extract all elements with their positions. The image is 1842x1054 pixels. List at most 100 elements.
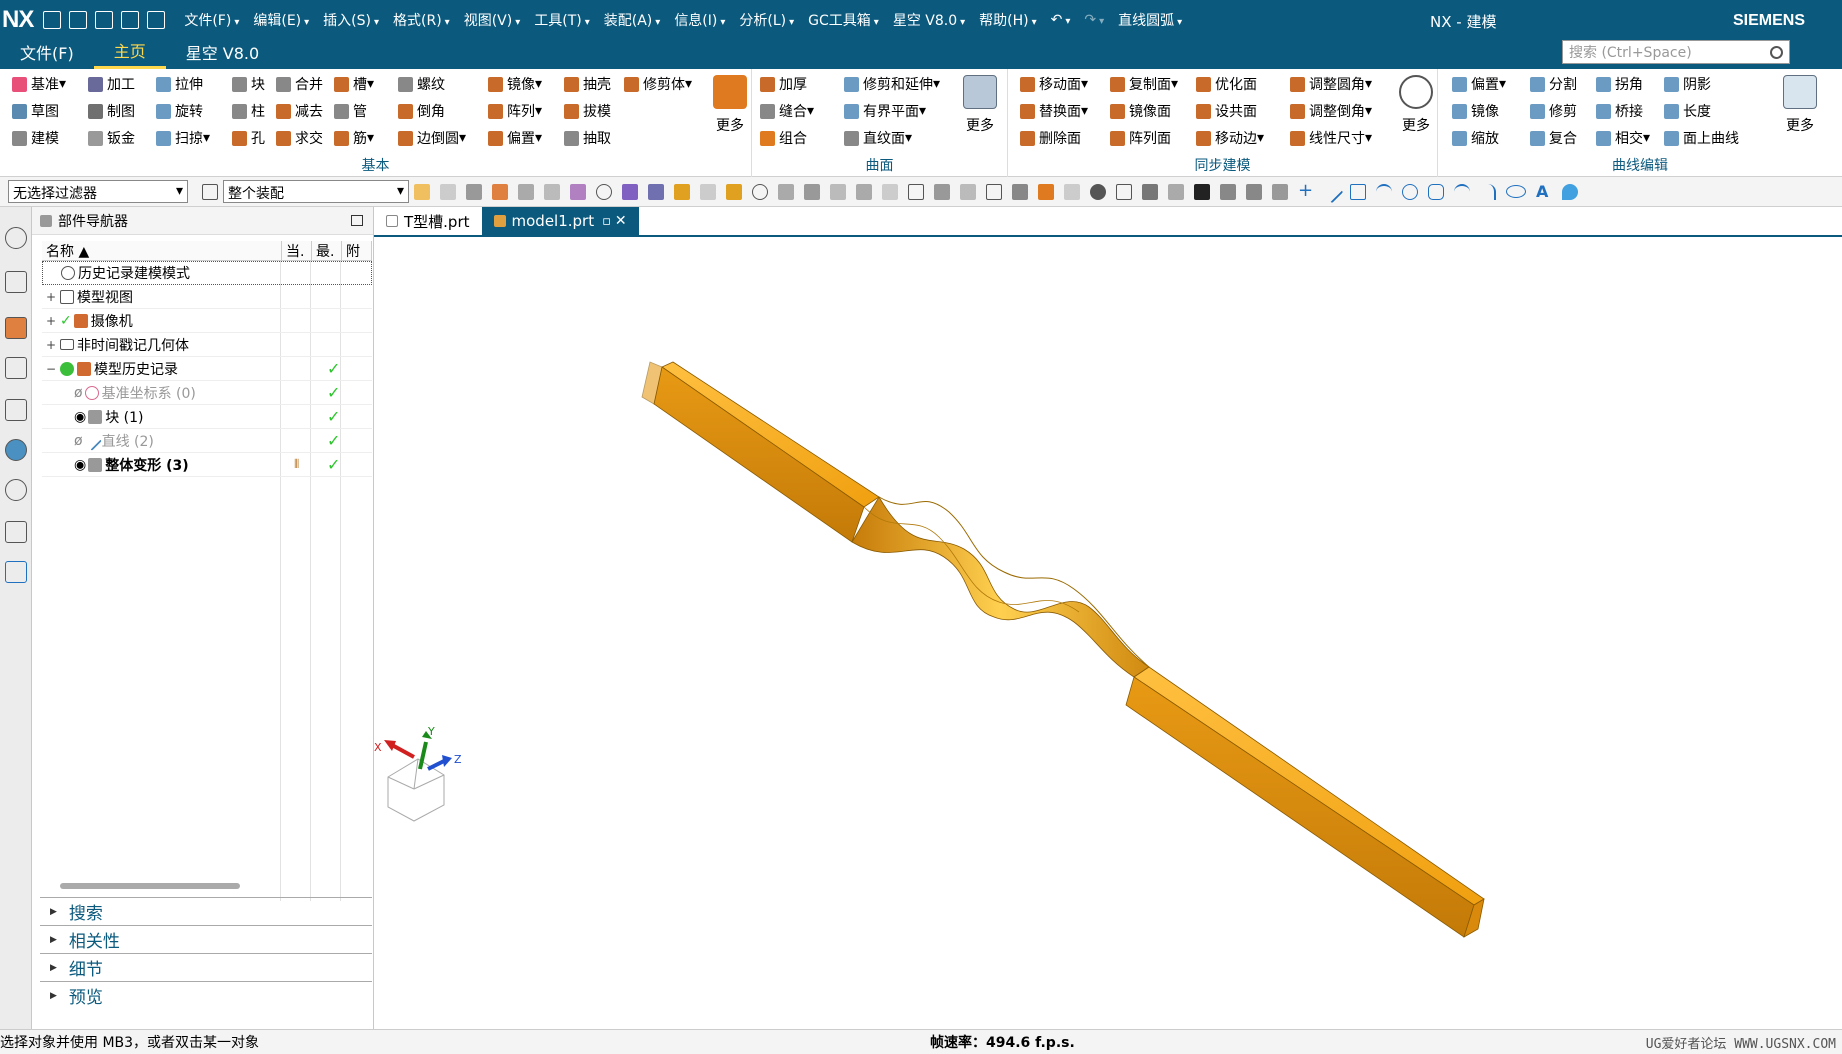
settings-gear-icon[interactable]	[5, 227, 27, 249]
snap-center-icon[interactable]	[700, 183, 716, 200]
menu-assembly[interactable]: 装配(A)	[597, 10, 668, 30]
measure-icon[interactable]	[1012, 183, 1028, 200]
expand-icon[interactable]: +	[42, 314, 60, 328]
box-select-icon[interactable]	[518, 183, 534, 200]
command-search-input[interactable]: 搜索 (Ctrl+Space)	[1562, 40, 1790, 64]
render-style-icon[interactable]	[1142, 183, 1158, 200]
horizontal-scrollbar[interactable]	[60, 883, 240, 889]
snap-point-icon[interactable]	[466, 183, 482, 200]
column-latest[interactable]: 最.	[312, 241, 342, 260]
tree-row-model-views[interactable]: + 模型视图	[42, 285, 372, 309]
intersect-button[interactable]: 求交	[276, 126, 323, 150]
wireframe-icon[interactable]	[856, 183, 872, 200]
web-browser-icon[interactable]	[5, 439, 27, 461]
menu-file[interactable]: 文件(F)	[177, 10, 246, 30]
tree-row-history-mode[interactable]: 历史记录建模模式	[42, 261, 372, 285]
tab-xingkong[interactable]: 星空 V8.0	[166, 40, 279, 69]
tube-button[interactable]: 管	[334, 99, 367, 123]
circle-icon[interactable]	[1402, 183, 1418, 200]
feature-select-icon[interactable]	[570, 183, 586, 200]
plus-icon[interactable]: +	[1298, 181, 1314, 200]
rib-button[interactable]: 筋 ▾	[334, 126, 374, 150]
curve-on-surface-button[interactable]: 面上曲线	[1664, 126, 1739, 150]
pin-icon[interactable]: ▫	[602, 214, 611, 229]
constraint-icon[interactable]	[1272, 183, 1288, 200]
surface-more-button[interactable]: 更多	[958, 75, 1002, 135]
panel-search[interactable]: 搜索	[40, 897, 372, 925]
combine-button[interactable]: 组合	[760, 126, 807, 150]
print-icon[interactable]	[147, 11, 166, 29]
constraint-navigator-icon[interactable]	[5, 317, 27, 339]
sew-button[interactable]: 缝合 ▾	[760, 99, 814, 123]
unite-button[interactable]: 合并	[276, 72, 323, 96]
tree-row-global-shaping[interactable]: ◉ 整体变形 (3) ⦀ ✓	[42, 453, 372, 477]
tree-row-cameras[interactable]: + ✓ 摄像机	[42, 309, 372, 333]
polygon-icon[interactable]	[1428, 183, 1444, 200]
select-faces-icon[interactable]	[414, 183, 430, 200]
drafting-button[interactable]: 制图	[88, 99, 135, 123]
part-navigator-icon[interactable]	[5, 357, 27, 379]
trim-body-button[interactable]: 修剪体 ▾	[624, 72, 692, 96]
analysis-icon[interactable]	[1038, 183, 1054, 200]
optimize-face-button[interactable]: 优化面	[1196, 72, 1257, 96]
menu-analysis[interactable]: 分析(L)	[732, 10, 801, 30]
inference-icon[interactable]	[622, 183, 638, 200]
pattern-face-button[interactable]: 阵列面	[1110, 126, 1171, 150]
save-as-icon[interactable]	[121, 11, 140, 29]
open-file-icon[interactable]	[69, 11, 88, 29]
linear-dimension-button[interactable]: 线性尺寸 ▾	[1290, 126, 1372, 150]
filter-reset-icon[interactable]	[202, 183, 218, 200]
ruled-surface-button[interactable]: 直纹面 ▾	[844, 126, 912, 150]
redo-button[interactable]: ↷	[1077, 12, 1111, 28]
draft-button[interactable]: 拔模	[564, 99, 611, 123]
selection-filter-dropdown[interactable]: 无选择过滤器	[8, 180, 188, 203]
corner-button[interactable]: 拐角	[1596, 72, 1643, 96]
bridge-curve-button[interactable]: 桥接	[1596, 99, 1643, 123]
menu-xingkong[interactable]: 星空 V8.0	[886, 10, 972, 30]
sheet-metal-button[interactable]: 钣金	[88, 126, 135, 150]
menu-insert[interactable]: 插入(S)	[316, 10, 386, 30]
show-hide-icon[interactable]	[960, 183, 976, 200]
extract-button[interactable]: 抽取	[564, 126, 611, 150]
replace-face-button[interactable]: 替换面 ▾	[1020, 99, 1088, 123]
menu-info[interactable]: 信息(I)	[667, 10, 732, 30]
tree-row-model-history[interactable]: − 模型历史记录 ✓	[42, 357, 372, 381]
move-face-button[interactable]: 移动面 ▾	[1020, 72, 1088, 96]
tab-file[interactable]: 文件(F)	[0, 40, 94, 69]
sync-more-button[interactable]: 更多	[1394, 75, 1438, 135]
menu-tools[interactable]: 工具(T)	[527, 10, 597, 30]
history-clock-icon[interactable]	[5, 479, 27, 501]
edge-blend-button[interactable]: 边倒圆 ▾	[398, 126, 466, 150]
assembly-icon[interactable]	[1220, 183, 1236, 200]
block-button[interactable]: 块	[232, 72, 265, 96]
revolve-button[interactable]: 旋转	[156, 99, 203, 123]
composite-curve-button[interactable]: 复合	[1530, 126, 1577, 150]
resize-blend-button[interactable]: 调整圆角 ▾	[1290, 72, 1372, 96]
column-current[interactable]: 当.	[282, 241, 312, 260]
copy-face-button[interactable]: 复制面 ▾	[1110, 72, 1178, 96]
basic-more-button[interactable]: 更多	[708, 75, 752, 135]
collapse-icon[interactable]: −	[42, 362, 60, 376]
tree-row-line[interactable]: ø 直线 (2) ✓	[42, 429, 372, 453]
orient-view-icon[interactable]	[1168, 183, 1184, 200]
panel-details[interactable]: 细节	[40, 953, 372, 981]
frame-icon[interactable]	[1116, 183, 1132, 200]
snap-midpoint-icon[interactable]	[674, 183, 690, 200]
shell-button[interactable]: 抽壳	[564, 72, 611, 96]
tab-t-slot-part[interactable]: T型槽.prt	[374, 207, 482, 235]
groove-button[interactable]: 槽 ▾	[334, 72, 374, 96]
component-icon[interactable]	[1246, 183, 1262, 200]
snap-face-icon[interactable]	[726, 183, 742, 200]
curve-length-button[interactable]: 长度	[1664, 99, 1711, 123]
snap-endpoint-icon[interactable]	[648, 183, 664, 200]
roles-icon[interactable]	[5, 561, 27, 583]
menu-format[interactable]: 格式(R)	[386, 10, 457, 30]
column-attach[interactable]: 附	[342, 241, 372, 260]
select-edges-icon[interactable]	[440, 183, 456, 200]
arc-icon[interactable]	[1376, 183, 1392, 200]
spline-icon[interactable]	[1454, 183, 1470, 200]
offset-button[interactable]: 偏置 ▾	[488, 126, 542, 150]
divide-curve-button[interactable]: 分割	[1530, 72, 1577, 96]
curve-mode-dropdown[interactable]: 直线圆弧	[1111, 10, 1189, 30]
tree-row-datum-csys[interactable]: ø 基准坐标系 (0) ✓	[42, 381, 372, 405]
